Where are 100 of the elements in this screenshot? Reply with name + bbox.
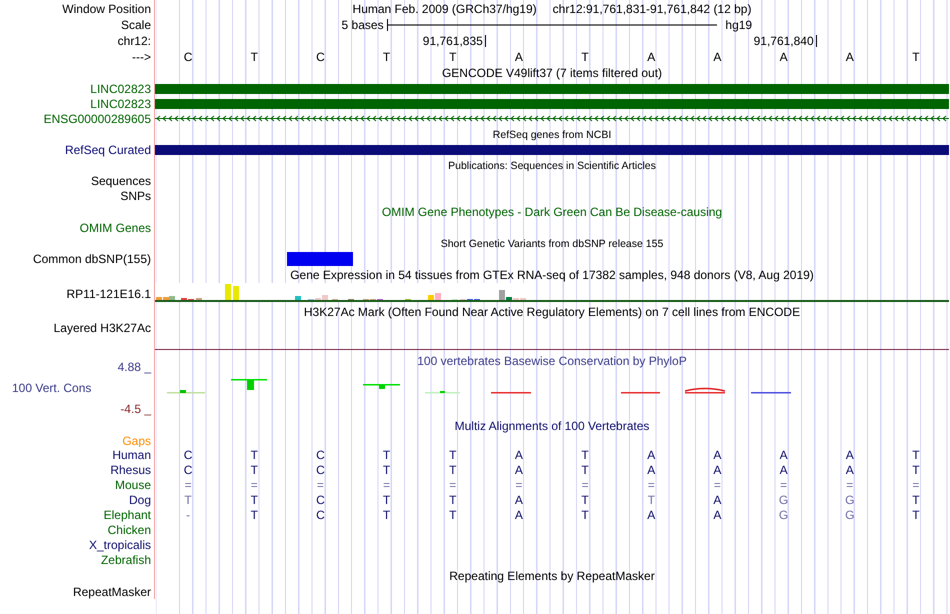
base-letter: A xyxy=(846,462,854,478)
axis-max-label: 4.88 _ xyxy=(118,361,151,373)
row-label: chr12: xyxy=(118,34,151,46)
base-letter: = xyxy=(714,476,721,494)
base-letter: A xyxy=(846,446,854,464)
assembly-label: hg19 xyxy=(724,16,754,34)
base-letter: T xyxy=(449,506,456,524)
species-label: Human xyxy=(112,448,151,460)
base-letter: = xyxy=(184,476,192,494)
base-letter: T xyxy=(250,462,258,478)
species-label: Elephant xyxy=(104,508,151,520)
species-label: Dog xyxy=(128,494,151,506)
track-label: SNPs xyxy=(120,190,151,202)
track-title: RefSeq genes from NCBI xyxy=(492,128,612,141)
base-letter: T xyxy=(648,492,655,508)
base-letter: T xyxy=(250,48,258,66)
base-letter: A xyxy=(780,446,788,464)
base-letter: C xyxy=(184,446,192,464)
base-letter: A xyxy=(713,446,722,464)
track-label: ENSG00000289605 xyxy=(44,112,151,124)
base-letter: A xyxy=(514,492,523,508)
base-letter: G xyxy=(778,506,788,524)
track-label: Sequences xyxy=(90,174,151,186)
base-letter: T xyxy=(250,492,258,508)
base-letter: A xyxy=(647,506,656,524)
base-letter: = xyxy=(515,476,522,494)
base-letter: T xyxy=(449,446,456,464)
base-letter: A xyxy=(780,462,788,478)
row-label: Scale xyxy=(120,18,151,30)
base-letter: A xyxy=(713,48,722,66)
species-label: Mouse xyxy=(114,478,151,490)
base-letter: - xyxy=(186,506,190,524)
base-letter: = xyxy=(316,476,324,494)
base-letter: T xyxy=(449,462,456,478)
track-title: Multiz Alignments of 100 Vertebrates xyxy=(454,418,650,432)
base-letter: = xyxy=(383,476,390,494)
base-letter: A xyxy=(647,446,656,464)
base-letter: = xyxy=(912,476,920,494)
track-title: H3K27Ac Mark (Often Found Near Active Regulatory Elements) on 7 cell lines from ENCODE xyxy=(304,304,800,318)
base-letter: T xyxy=(382,462,390,478)
base-letter: A xyxy=(514,446,523,464)
strand-label: ---> xyxy=(132,50,151,62)
assembly-text: Human Feb. 2009 (GRCh37/hg19) xyxy=(352,0,537,18)
base-letter: G xyxy=(845,506,854,524)
base-letter: T xyxy=(382,446,390,464)
base-letter: A xyxy=(647,462,656,478)
track-title: Short Genetic Variants from dbSNP release 155 xyxy=(440,238,664,250)
base-letter: T xyxy=(912,48,920,66)
base-letter: = xyxy=(846,476,854,494)
base-letter: = xyxy=(250,476,258,494)
track-label: OMIM Genes xyxy=(80,222,151,234)
base-letter: = xyxy=(648,476,655,494)
track-label: RefSeq Curated xyxy=(64,144,151,156)
base-letter: T xyxy=(581,446,589,464)
base-letter: T xyxy=(912,462,920,478)
track-title: OMIM Gene Phenotypes - Dark Green Can Be Disease-causing xyxy=(382,204,722,218)
species-label: X_tropicalis xyxy=(88,538,151,550)
base-letter: T xyxy=(912,492,920,508)
base-letter: T xyxy=(250,446,258,464)
track-title: Repeating Elements by RepeatMasker xyxy=(449,568,655,582)
base-letter: T xyxy=(184,492,192,508)
track-title: 100 vertebrates Basewise Conservation by PhyloP xyxy=(417,354,687,368)
base-letter: T xyxy=(912,506,920,524)
base-letter: A xyxy=(713,506,722,524)
base-letter: A xyxy=(514,506,523,524)
base-letter: C xyxy=(316,462,325,478)
base-letter: T xyxy=(912,446,920,464)
track-title: Gene Expression in 54 tissues from GTEx RNA-seq of 17382 samples, 948 donors (V8, Aug 2019) xyxy=(290,268,814,282)
base-letter: = xyxy=(780,476,788,494)
base-letter: C xyxy=(184,462,192,478)
track-label: Layered H3K27Ac xyxy=(54,322,151,334)
base-letter: A xyxy=(713,462,722,478)
base-letter: T xyxy=(581,492,589,508)
base-letter: C xyxy=(184,48,192,66)
base-letter: C xyxy=(316,446,325,464)
base-letter: T xyxy=(250,506,258,524)
base-letter: A xyxy=(780,48,788,66)
base-letter: G xyxy=(778,492,788,508)
track-label: Common dbSNP(155) xyxy=(32,252,151,264)
base-letter: T xyxy=(382,506,390,524)
base-letter: A xyxy=(846,48,854,66)
track-title: Publications: Sequences in Scientific Articles xyxy=(448,160,656,172)
species-label: Zebrafish xyxy=(100,554,151,566)
base-letter: T xyxy=(449,492,456,508)
species-label: Rhesus xyxy=(110,464,151,476)
base-letter: A xyxy=(514,48,523,66)
base-letter: C xyxy=(316,492,325,508)
base-letter: C xyxy=(316,506,325,524)
ruler-tick-label: 91,761,835 xyxy=(422,34,486,46)
species-label: Chicken xyxy=(108,524,151,536)
base-letter: T xyxy=(581,506,589,524)
track-title: GENCODE V49lift37 (7 items filtered out) xyxy=(442,66,662,80)
base-letter: A xyxy=(514,462,523,478)
base-letter: C xyxy=(316,48,325,66)
position-text: chr12:91,761,831-91,761,842 (12 bp) xyxy=(552,0,752,18)
base-letter: T xyxy=(382,48,390,66)
track-label: RepeatMasker xyxy=(72,586,151,598)
base-letter: A xyxy=(713,492,722,508)
track-label: LINC02823 xyxy=(90,82,151,94)
base-letter: A xyxy=(647,48,656,66)
